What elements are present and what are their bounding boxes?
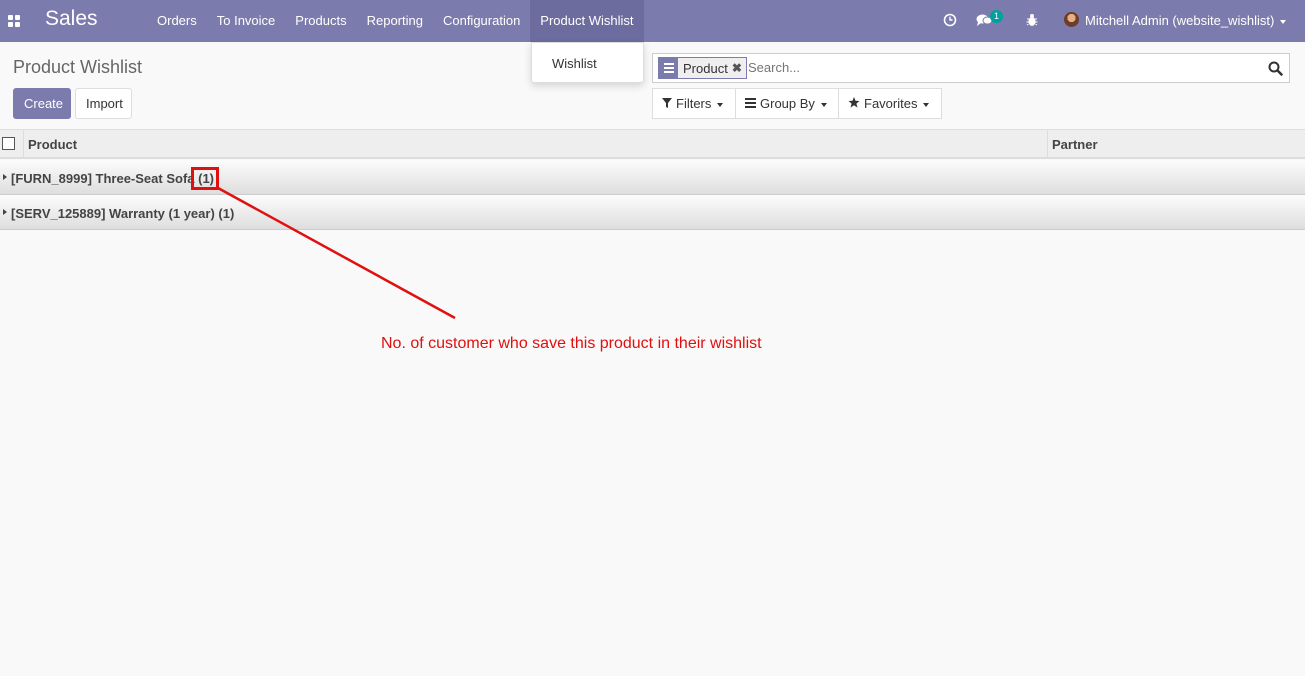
top-navbar: Sales Orders To Invoice Products Reporti… <box>0 0 1305 42</box>
group-by-label: Group By <box>760 96 815 111</box>
column-divider <box>1047 130 1048 158</box>
facet-label: Product <box>683 60 728 76</box>
favorites-label: Favorites <box>864 96 918 111</box>
search-facet[interactable]: Product ✖ <box>658 57 747 79</box>
bars-icon <box>745 98 756 108</box>
user-avatar[interactable] <box>1064 12 1079 27</box>
group-label: [FURN_8999] Three-Seat Sofa (1) <box>11 171 214 186</box>
annotation-text: No. of customer who save this product in… <box>381 335 762 352</box>
chevron-down-icon <box>1280 19 1287 24</box>
menu-configuration[interactable]: Configuration <box>433 0 530 42</box>
menu-products[interactable]: Products <box>285 0 356 42</box>
group-by-button[interactable]: Group By <box>735 88 839 119</box>
caret-right-icon <box>3 209 7 215</box>
menu-reporting[interactable]: Reporting <box>357 0 433 42</box>
activity-clock-icon[interactable] <box>943 13 957 27</box>
search-icon[interactable] <box>1268 61 1283 76</box>
app-brand[interactable]: Sales <box>45 7 98 31</box>
column-divider <box>23 130 24 158</box>
message-count-badge: 1 <box>990 10 1004 23</box>
menu-to-invoice[interactable]: To Invoice <box>207 0 286 42</box>
chevron-down-icon <box>717 102 724 107</box>
column-header-partner[interactable]: Partner <box>1052 137 1098 152</box>
list-header: Product Partner <box>0 129 1305 159</box>
group-by-facet-icon <box>659 58 678 78</box>
user-menu[interactable]: Mitchell Admin (website_wishlist) <box>1085 13 1287 28</box>
annotation-highlight-box <box>191 167 219 190</box>
main-menu: Orders To Invoice Products Reporting Con… <box>147 0 644 42</box>
menu-orders[interactable]: Orders <box>147 0 207 42</box>
favorites-button[interactable]: Favorites <box>838 88 942 119</box>
search-input[interactable] <box>748 60 1248 75</box>
user-name-label: Mitchell Admin (website_wishlist) <box>1085 13 1275 28</box>
create-button[interactable]: Create <box>13 88 71 119</box>
chevron-down-icon <box>820 102 827 107</box>
import-button[interactable]: Import <box>75 88 132 119</box>
chevron-down-icon <box>923 102 930 107</box>
page-title: Product Wishlist <box>13 57 143 77</box>
star-icon <box>848 97 860 108</box>
apps-grid-icon[interactable] <box>8 15 20 27</box>
group-label: [SERV_125889] Warranty (1 year) (1) <box>11 206 234 221</box>
filter-funnel-icon <box>662 98 672 108</box>
group-row[interactable]: [SERV_125889] Warranty (1 year) (1) <box>0 195 1305 230</box>
dropdown-item-wishlist[interactable]: Wishlist <box>552 56 597 71</box>
debug-bug-icon[interactable] <box>1026 13 1038 27</box>
caret-right-icon <box>3 174 7 180</box>
column-header-product[interactable]: Product <box>28 137 77 152</box>
group-name: [FURN_8999] Three-Seat Sofa <box>11 171 195 186</box>
group-name: [SERV_125889] Warranty (1 year) <box>11 206 215 221</box>
select-all-checkbox[interactable] <box>2 137 15 150</box>
group-count: (1) <box>218 206 235 221</box>
close-icon[interactable]: ✖ <box>732 61 746 75</box>
menu-product-wishlist[interactable]: Product Wishlist <box>530 0 644 42</box>
filters-button[interactable]: Filters <box>652 88 736 119</box>
filters-label: Filters <box>676 96 712 111</box>
search-box: Product ✖ <box>652 53 1290 83</box>
wishlist-dropdown-menu: Wishlist <box>531 42 644 83</box>
